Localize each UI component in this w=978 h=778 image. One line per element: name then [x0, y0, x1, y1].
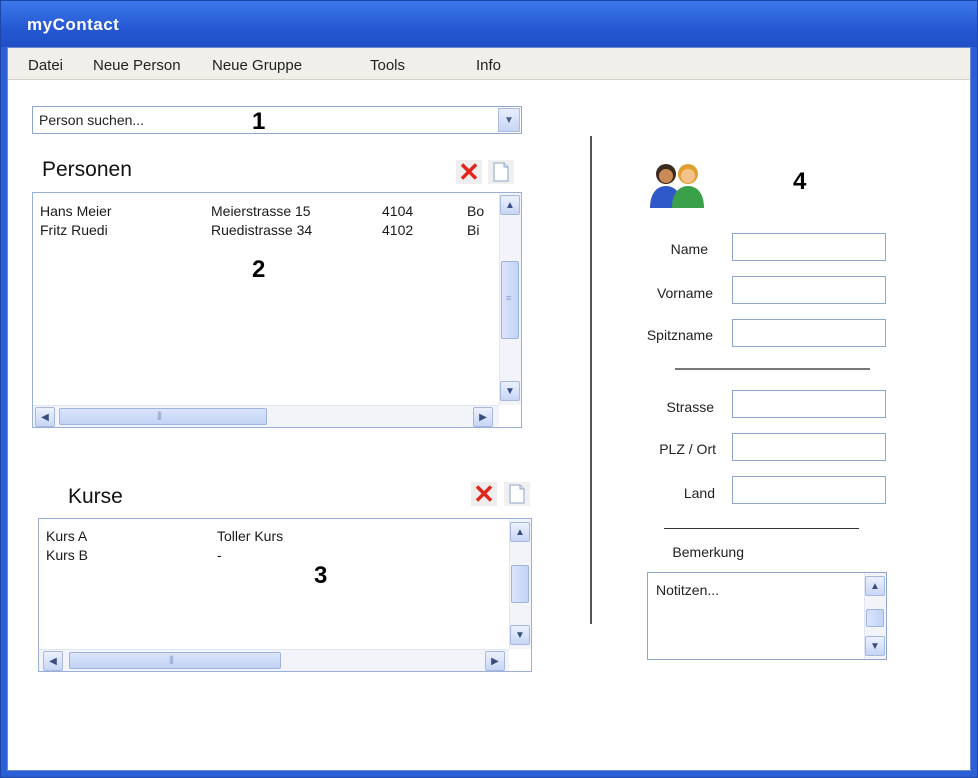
annotation-1: 1 [252, 108, 266, 135]
menu-bar: Datei Neue Person Neue Gruppe Tools Info [8, 48, 970, 80]
new-kurs-doc-icon[interactable] [504, 482, 530, 506]
client-area: Datei Neue Person Neue Gruppe Tools Info… [7, 47, 971, 771]
kurse-list[interactable]: Kurs A Toller Kurs Kurs B - ▲ ▼ ◀ ||| ▶ [38, 518, 532, 672]
chevron-down-icon[interactable]: ▼ [865, 636, 885, 656]
strasse-field[interactable] [732, 390, 886, 418]
menu-neue-person[interactable]: Neue Person [93, 57, 181, 74]
bemerkung-label: Bemerkung [672, 544, 744, 560]
annotation-4: 4 [793, 168, 807, 195]
name-label: Name [670, 241, 708, 257]
vorname-label: Vorname [656, 285, 713, 301]
personen-hscroll[interactable]: ◀ ||| ▶ [33, 405, 499, 427]
strasse-label: Strasse [666, 399, 714, 415]
chevron-down-icon[interactable]: ▼ [500, 381, 520, 401]
annotation-3: 3 [314, 562, 328, 589]
annotation-2: 2 [252, 256, 266, 283]
person-row-1-ort: Bo [467, 203, 485, 219]
delete-kurs-icon[interactable]: ✕ [471, 481, 497, 507]
notes-vscroll[interactable]: ▲ ▼ [864, 573, 886, 659]
kurs-row-1-name[interactable]: Kurs A [46, 528, 87, 544]
land-field[interactable] [732, 476, 886, 504]
personen-vscroll[interactable]: ▲ ≡ ▼ [499, 193, 521, 405]
person-row-1-name[interactable]: Hans Meier [40, 203, 112, 219]
chevron-down-icon[interactable]: ▼ [510, 625, 530, 645]
personen-hscroll-thumb[interactable] [59, 408, 267, 425]
menu-tools[interactable]: Tools [370, 57, 405, 74]
spitzname-label: Spitzname [646, 327, 713, 343]
kurse-vscroll[interactable]: ▲ ▼ [509, 519, 531, 649]
person-row-1-street: Meierstrasse 15 [211, 203, 311, 219]
menu-info[interactable]: Info [476, 57, 501, 74]
new-person-doc-icon[interactable] [488, 160, 514, 184]
plz-ort-field[interactable] [732, 433, 886, 461]
app-window: myContact Datei Neue Person Neue Gruppe … [0, 0, 978, 778]
chevron-right-icon[interactable]: ▶ [473, 407, 493, 427]
notes-vscroll-thumb[interactable] [866, 609, 884, 627]
chevron-right-icon[interactable]: ▶ [485, 651, 505, 671]
chevron-up-icon[interactable]: ▲ [500, 195, 520, 215]
kurse-hscroll-thumb[interactable] [69, 652, 281, 669]
person-row-1-plz: 4104 [382, 203, 414, 219]
kurse-hscroll[interactable]: ◀ ||| ▶ [39, 649, 509, 671]
kurse-title: Kurse [68, 485, 123, 508]
person-search-combobox[interactable]: Person suchen... ▼ [32, 106, 522, 134]
plz-ort-label: PLZ / Ort [659, 441, 716, 457]
panel-divider [590, 136, 592, 624]
contacts-people-icon [644, 158, 710, 215]
kurs-row-2-desc: - [217, 547, 222, 563]
name-field[interactable] [732, 233, 886, 261]
form-separator-1 [675, 368, 870, 370]
grip-icon: ||| [169, 654, 174, 664]
window-title: myContact [27, 15, 120, 34]
person-row-2-ort: Bi [467, 222, 480, 238]
grip-icon: ||| [157, 410, 162, 420]
person-row-2-street: Ruedistrasse 34 [211, 222, 313, 238]
person-row-2-name[interactable]: Fritz Ruedi [40, 222, 108, 238]
chevron-up-icon[interactable]: ▲ [510, 522, 530, 542]
spitzname-field[interactable] [732, 319, 886, 347]
kurs-row-2-name[interactable]: Kurs B [46, 547, 88, 563]
title-bar[interactable]: myContact [1, 1, 977, 47]
land-label: Land [683, 485, 715, 501]
menu-datei[interactable]: Datei [28, 57, 63, 74]
menu-neue-gruppe[interactable]: Neue Gruppe [212, 57, 302, 74]
notes-textarea[interactable]: Notitzen... ▲ ▼ [647, 572, 887, 660]
delete-person-icon[interactable]: ✕ [456, 159, 482, 185]
notes-placeholder: Notitzen... [656, 582, 720, 598]
chevron-left-icon[interactable]: ◀ [43, 651, 63, 671]
chevron-down-icon[interactable]: ▼ [498, 108, 520, 132]
search-placeholder: Person suchen... [39, 112, 145, 128]
person-row-2-plz: 4102 [382, 222, 414, 238]
kurs-row-1-desc: Toller Kurs [217, 528, 284, 544]
vorname-field[interactable] [732, 276, 886, 304]
grip-icon: ≡ [506, 293, 511, 303]
personen-list[interactable]: Hans Meier Meierstrasse 15 4104 Bo Fritz… [32, 192, 522, 428]
kurse-vscroll-thumb[interactable] [511, 565, 529, 603]
chevron-up-icon[interactable]: ▲ [865, 576, 885, 596]
chevron-left-icon[interactable]: ◀ [35, 407, 55, 427]
form-separator-2 [664, 528, 859, 529]
personen-title: Personen [42, 158, 132, 181]
